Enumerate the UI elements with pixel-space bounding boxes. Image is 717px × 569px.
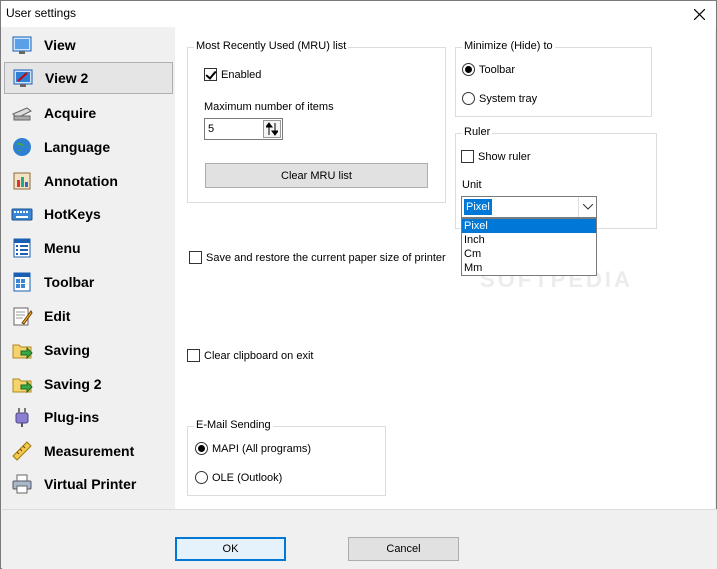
- toolbar-icon: [11, 271, 33, 293]
- sidebar-item-label: Saving 2: [44, 376, 102, 392]
- radio-circle[interactable]: [195, 471, 208, 484]
- sidebar-item-label: Annotation: [44, 173, 118, 189]
- minimize-tray-label: System tray: [479, 92, 538, 105]
- unit-option-cm[interactable]: Cm: [462, 247, 596, 261]
- email-mapi-radio[interactable]: MAPI (All programs): [195, 442, 311, 455]
- globe-icon: [11, 136, 33, 158]
- email-group-title: E-Mail Sending: [194, 419, 273, 431]
- radio-circle[interactable]: [462, 92, 475, 105]
- sidebar-item-label: Acquire: [44, 105, 97, 121]
- show-ruler-checkbox[interactable]: Show ruler: [461, 150, 531, 163]
- ruler-group-title: Ruler: [462, 126, 493, 138]
- mru-max-spinner[interactable]: 5: [204, 118, 283, 140]
- radio-circle[interactable]: [462, 63, 475, 76]
- sidebar-item-label: Edit: [44, 308, 71, 324]
- radio-circle[interactable]: [195, 442, 208, 455]
- settings-window: User settings View View 2 Acquire Langua…: [0, 0, 717, 569]
- sidebar-item-label: Plug-ins: [44, 409, 100, 425]
- unit-selected-value: Pixel: [464, 199, 492, 215]
- view2-icon: [12, 67, 34, 89]
- email-ole-label: OLE (Outlook): [212, 471, 283, 484]
- sidebar: View View 2 Acquire Language Annotation …: [2, 27, 175, 509]
- dialog-footer: OK Cancel: [2, 509, 717, 569]
- keyboard-icon: [11, 203, 33, 225]
- email-ole-radio[interactable]: OLE (Outlook): [195, 471, 282, 484]
- sidebar-item-acquire[interactable]: Acquire: [4, 97, 173, 129]
- sidebar-item-annotation[interactable]: Annotation: [4, 165, 173, 197]
- unit-label: Unit: [462, 179, 482, 191]
- save2-icon: [11, 373, 33, 395]
- sidebar-item-label: HotKeys: [44, 206, 101, 222]
- email-mapi-label: MAPI (All programs): [212, 442, 312, 455]
- close-button[interactable]: [682, 1, 716, 27]
- clear-clipboard-label: Clear clipboard on exit: [204, 349, 314, 362]
- ruler-icon: [11, 440, 33, 462]
- mru-enabled-label: Enabled: [221, 68, 262, 81]
- sidebar-item-saving-2[interactable]: Saving 2: [4, 368, 173, 400]
- sidebar-item-label: Toolbar: [44, 274, 95, 290]
- email-group: E-Mail Sending MAPI (All programs) OLE (…: [187, 419, 386, 496]
- title-bar: User settings: [1, 1, 716, 27]
- unit-select[interactable]: Pixel: [461, 196, 597, 218]
- sidebar-item-label: View: [44, 37, 76, 53]
- sidebar-item-virtual-printer[interactable]: Virtual Printer: [4, 468, 173, 500]
- sidebar-item-hotkeys[interactable]: HotKeys: [4, 198, 173, 230]
- checkbox-box[interactable]: [461, 150, 474, 163]
- save-icon: [11, 339, 33, 361]
- close-icon: [693, 8, 705, 20]
- sidebar-item-label: Menu: [44, 240, 81, 256]
- chevron-down-icon: [582, 204, 593, 210]
- sidebar-item-edit[interactable]: Edit: [4, 300, 173, 332]
- sidebar-item-label: View 2: [45, 70, 89, 86]
- mru-max-value: 5: [208, 123, 215, 135]
- sidebar-item-language[interactable]: Language: [4, 131, 173, 163]
- unit-dropdown-list: Pixel Inch Cm Mm: [461, 218, 597, 276]
- sidebar-item-toolbar[interactable]: Toolbar: [4, 266, 173, 298]
- mru-group-title: Most Recently Used (MRU) list: [194, 40, 349, 52]
- paper-size-label: Save and restore the current paper size …: [206, 251, 446, 264]
- clear-mru-button[interactable]: Clear MRU list: [205, 163, 428, 188]
- cancel-button[interactable]: Cancel: [348, 537, 459, 561]
- mru-group: Most Recently Used (MRU) list Enabled Ma…: [187, 40, 446, 203]
- settings-panel: SOFTPEDIA Most Recently Used (MRU) list …: [175, 27, 715, 509]
- minimize-group-title: Minimize (Hide) to: [462, 40, 555, 52]
- checkbox-box[interactable]: [187, 349, 200, 362]
- printer-icon: [11, 473, 33, 495]
- sidebar-item-label: Language: [44, 139, 111, 155]
- spin-updown-button[interactable]: [263, 120, 281, 138]
- sidebar-item-label: Saving: [44, 342, 90, 358]
- checkbox-box[interactable]: [189, 251, 202, 264]
- unit-option-mm[interactable]: Mm: [462, 261, 596, 275]
- sidebar-item-label: Virtual Printer: [44, 476, 137, 492]
- scanner-icon: [11, 102, 33, 124]
- sidebar-item-label: Measurement: [44, 443, 135, 459]
- unit-option-inch[interactable]: Inch: [462, 233, 596, 247]
- edit-icon: [11, 305, 33, 327]
- unit-option-pixel[interactable]: Pixel: [462, 219, 596, 233]
- minimize-tray-radio[interactable]: System tray: [462, 92, 537, 105]
- checkbox-box[interactable]: [204, 68, 217, 81]
- minimize-toolbar-radio[interactable]: Toolbar: [462, 63, 515, 76]
- sidebar-item-saving[interactable]: Saving: [4, 334, 173, 366]
- mru-max-label: Maximum number of items: [204, 101, 334, 113]
- paper-size-checkbox[interactable]: Save and restore the current paper size …: [189, 251, 446, 264]
- sidebar-item-menu[interactable]: Menu: [4, 232, 173, 264]
- sidebar-item-measurement[interactable]: Measurement: [4, 435, 173, 467]
- sidebar-item-view-2[interactable]: View 2: [4, 62, 173, 94]
- clear-clipboard-checkbox[interactable]: Clear clipboard on exit: [187, 349, 313, 362]
- minimize-toolbar-label: Toolbar: [479, 63, 516, 76]
- view-icon: [11, 34, 33, 56]
- ok-button[interactable]: OK: [175, 537, 286, 561]
- minimize-group: Minimize (Hide) to Toolbar System tray: [455, 40, 652, 117]
- menu-icon: [11, 237, 33, 259]
- mru-enabled-checkbox[interactable]: Enabled: [204, 68, 261, 81]
- plugin-icon: [11, 406, 33, 428]
- sidebar-item-plug-ins[interactable]: Plug-ins: [4, 401, 173, 433]
- sidebar-item-view[interactable]: View: [4, 29, 173, 61]
- annotation-icon: [11, 170, 33, 192]
- updown-arrows-icon: [266, 122, 278, 136]
- window-title: User settings: [6, 6, 77, 20]
- show-ruler-label: Show ruler: [478, 150, 531, 163]
- dropdown-button[interactable]: [578, 197, 596, 217]
